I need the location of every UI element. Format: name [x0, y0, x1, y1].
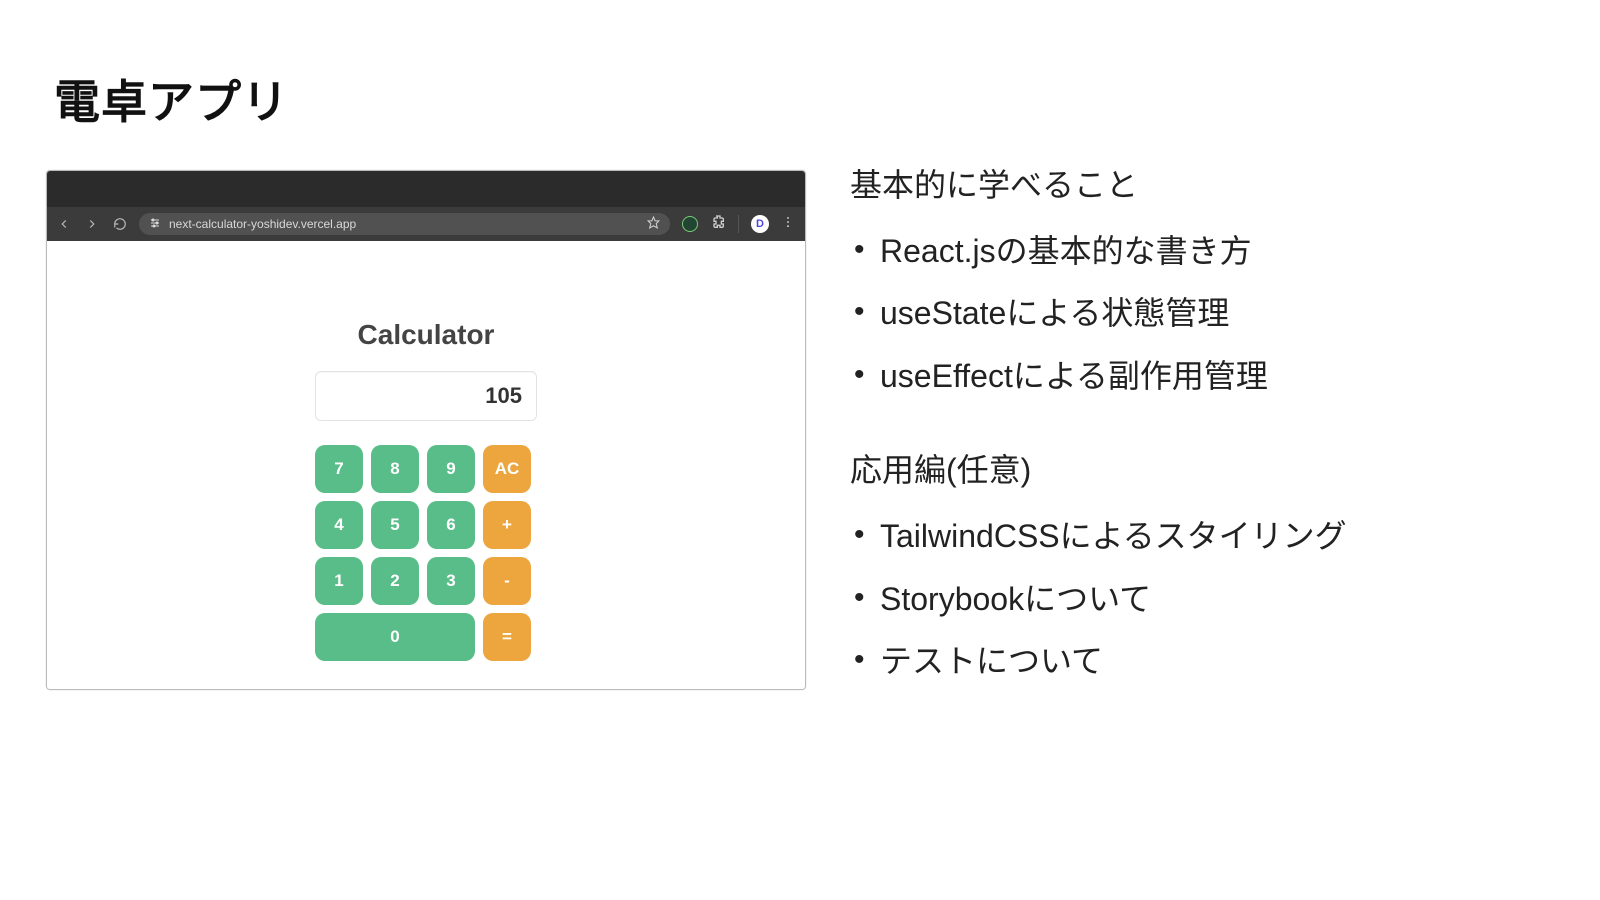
- address-bar[interactable]: next-calculator-yoshidev.vercel.app: [139, 213, 670, 235]
- toolbar-separator: [738, 215, 739, 233]
- extensions-icon[interactable]: [710, 214, 726, 235]
- profile-avatar-icon[interactable]: D: [751, 215, 769, 233]
- key-ac[interactable]: AC: [483, 445, 531, 493]
- kebab-menu-icon[interactable]: [781, 215, 795, 234]
- tab-strip: [47, 171, 805, 207]
- key-6[interactable]: 6: [427, 501, 475, 549]
- basic-list: React.jsの基本的な書き方 useStateによる状態管理 useEffe…: [850, 228, 1570, 399]
- list-item: useStateによる状態管理: [850, 290, 1570, 336]
- calculator-heading: Calculator: [47, 319, 805, 351]
- slide-title: 電卓アプリ: [54, 66, 289, 132]
- nav-buttons: [57, 217, 127, 231]
- key-8[interactable]: 8: [371, 445, 419, 493]
- key-5[interactable]: 5: [371, 501, 419, 549]
- info-column: 基本的に学べること React.jsの基本的な書き方 useStateによる状態…: [850, 160, 1570, 700]
- toolbar: next-calculator-yoshidev.vercel.app D: [47, 207, 805, 241]
- toolbar-right: D: [682, 214, 795, 235]
- forward-icon[interactable]: [85, 217, 99, 231]
- key-7[interactable]: 7: [315, 445, 363, 493]
- list-item: テストについて: [850, 638, 1570, 684]
- advanced-list: TailwindCSSによるスタイリング Storybookについて テストにつ…: [850, 513, 1570, 684]
- list-item: useEffectによる副作用管理: [850, 353, 1570, 399]
- key-3[interactable]: 3: [427, 557, 475, 605]
- key-2[interactable]: 2: [371, 557, 419, 605]
- key-minus[interactable]: -: [483, 557, 531, 605]
- back-icon[interactable]: [57, 217, 71, 231]
- key-9[interactable]: 9: [427, 445, 475, 493]
- key-equals[interactable]: =: [483, 613, 531, 661]
- section-heading-advanced: 応用編(任意): [850, 445, 1570, 491]
- key-1[interactable]: 1: [315, 557, 363, 605]
- extension-dot-icon[interactable]: [682, 216, 698, 232]
- site-settings-icon[interactable]: [149, 217, 161, 232]
- section-heading-basic: 基本的に学べること: [850, 160, 1570, 206]
- key-plus[interactable]: +: [483, 501, 531, 549]
- reload-icon[interactable]: [113, 217, 127, 231]
- list-item: TailwindCSSによるスタイリング: [850, 513, 1570, 559]
- list-item: React.jsの基本的な書き方: [850, 228, 1570, 274]
- page-viewport: Calculator 105 7 8 9 AC 4 5 6 + 1 2 3 - …: [47, 241, 805, 689]
- key-0[interactable]: 0: [315, 613, 475, 661]
- key-4[interactable]: 4: [315, 501, 363, 549]
- calculator-display: 105: [315, 371, 537, 421]
- url-text: next-calculator-yoshidev.vercel.app: [169, 217, 356, 231]
- list-item: Storybookについて: [850, 576, 1570, 622]
- bookmark-star-icon[interactable]: [647, 216, 660, 232]
- browser-frame: next-calculator-yoshidev.vercel.app D Ca…: [46, 170, 806, 690]
- calculator-keypad: 7 8 9 AC 4 5 6 + 1 2 3 - 0 =: [315, 445, 537, 661]
